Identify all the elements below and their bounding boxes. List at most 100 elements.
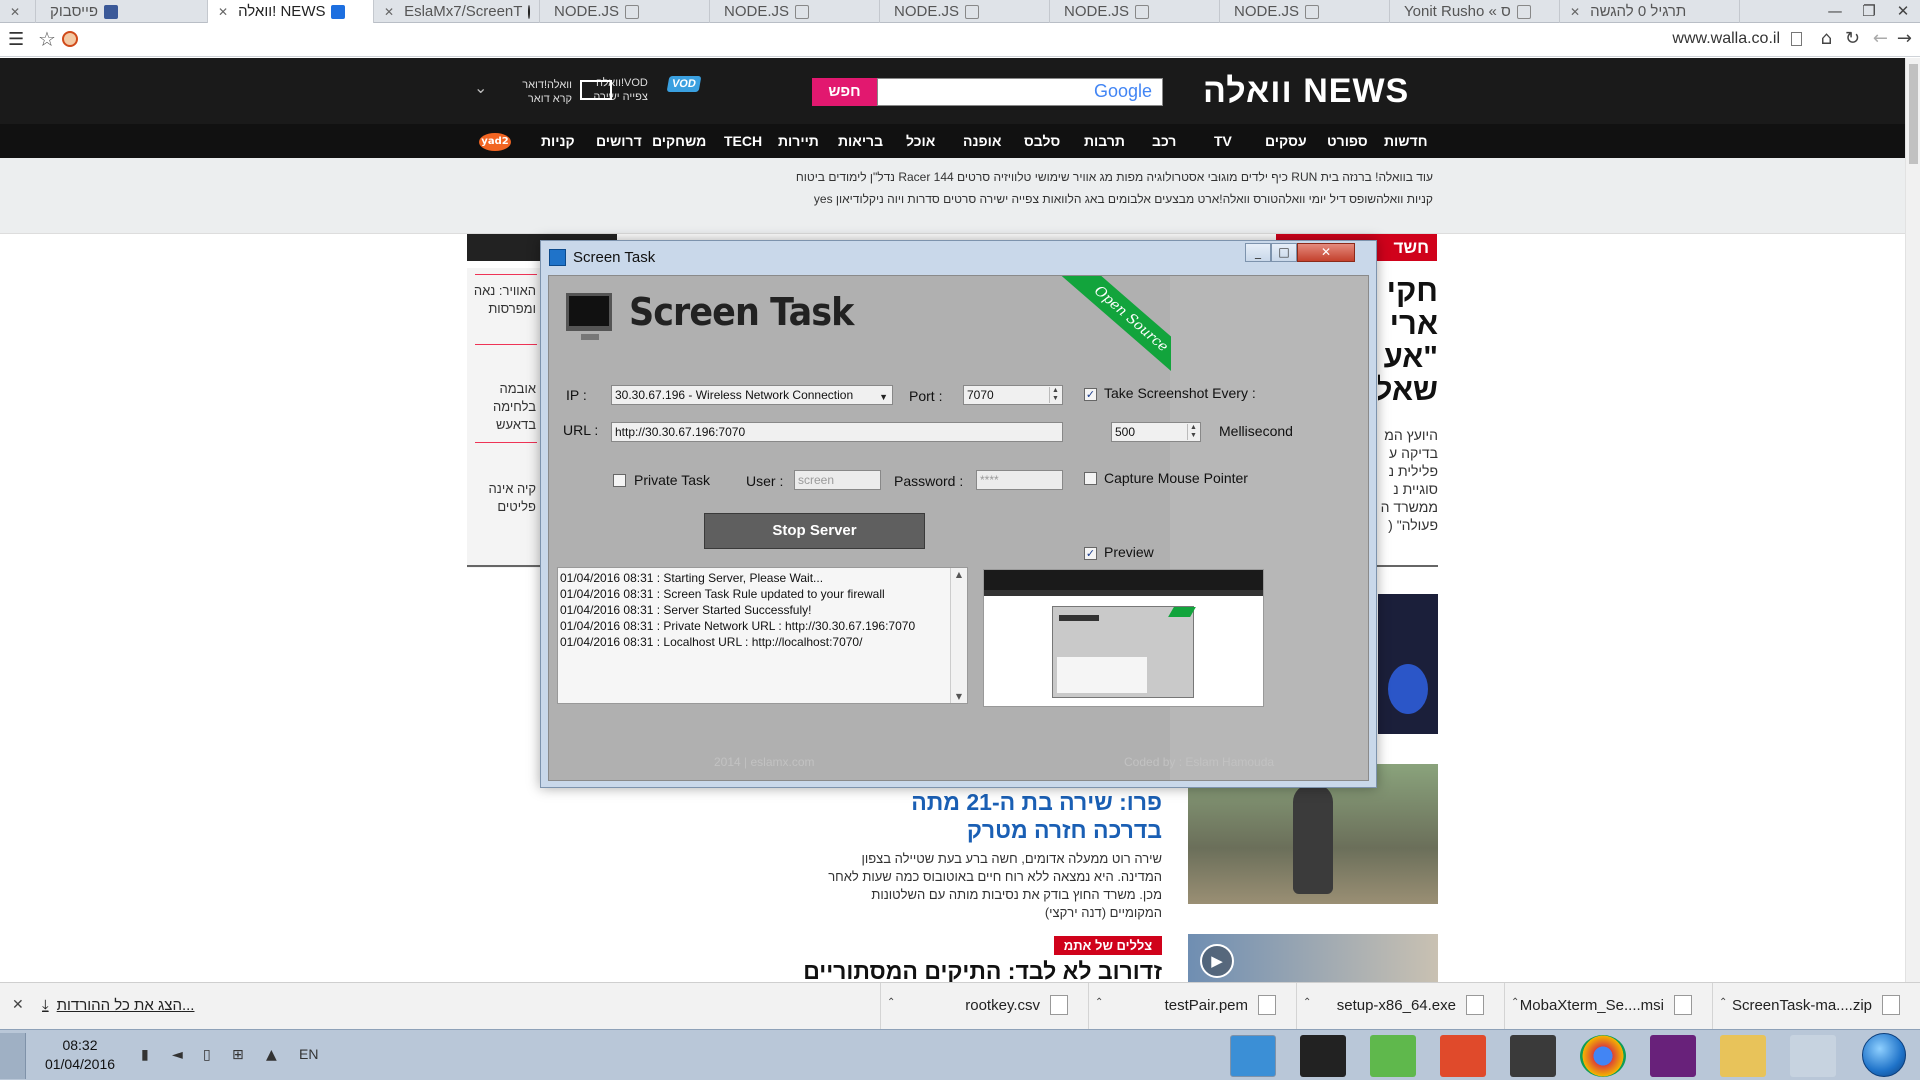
nav-item[interactable]: משחקים: [652, 124, 706, 158]
side-item[interactable]: אובמה בלחימה בדאעש: [467, 380, 540, 434]
mouse-pointer-checkbox[interactable]: [1084, 472, 1097, 485]
tab-walla[interactable]: ✕ וואלה! NEWS: [208, 0, 374, 23]
nav-item[interactable]: TECH: [724, 124, 762, 158]
download-item[interactable]: ⌃ setup-x86_64.exe: [1296, 983, 1504, 1030]
tab-github[interactable]: ✕ EslaMx7/ScreenT: [374, 0, 540, 23]
language-indicator[interactable]: EN: [299, 1046, 318, 1062]
tab-yonit[interactable]: Yonit Rusho « ס: [1390, 0, 1560, 23]
nav-item[interactable]: TV: [1214, 124, 1232, 158]
article-image[interactable]: ▶: [1188, 934, 1438, 982]
close-icon[interactable]: ✕: [1297, 243, 1355, 262]
log-output[interactable]: 01/04/2016 08:31 : Starting Server, Plea…: [557, 567, 968, 704]
nav-item[interactable]: חדשות: [1384, 124, 1428, 158]
menu-icon[interactable]: ☰: [8, 29, 24, 50]
download-item[interactable]: ⌃ rootkey.csv: [880, 983, 1088, 1030]
close-icon[interactable]: ✕: [1886, 0, 1920, 23]
play-icon[interactable]: ▶: [1200, 944, 1234, 978]
reload-icon[interactable]: ↻: [1845, 28, 1860, 49]
signal-icon[interactable]: ▮: [141, 1047, 149, 1063]
nav-item[interactable]: תרבות: [1084, 124, 1125, 158]
url-field[interactable]: www.walla.co.il: [1672, 30, 1780, 48]
side-item[interactable]: קיה אינה פליטים: [467, 480, 540, 516]
stop-server-button[interactable]: Stop Server: [704, 513, 925, 549]
search-input[interactable]: Google: [877, 78, 1163, 106]
show-all-downloads-link[interactable]: ⤓ הצג את כל ההורדות...: [42, 997, 194, 1014]
show-desktop-button[interactable]: [0, 1033, 26, 1079]
download-item[interactable]: ⌃ ScreenTask-ma....zip: [1712, 983, 1920, 1030]
download-item[interactable]: ⌃ testPair.pem: [1088, 983, 1296, 1030]
log-scrollbar[interactable]: ▲ ▼: [950, 568, 967, 703]
yad2-badge[interactable]: yad2: [479, 133, 511, 151]
snipping-tool-taskbar-icon[interactable]: [1790, 1035, 1836, 1077]
port-stepper[interactable]: 7070 ▲ ▼: [963, 385, 1063, 405]
search-button[interactable]: חפש: [812, 78, 877, 106]
extension-icon[interactable]: [62, 31, 78, 47]
volume-muted-icon[interactable]: ◄: [172, 1047, 183, 1063]
scrollbar-thumb[interactable]: [1909, 64, 1918, 164]
nav-item[interactable]: סלבס: [1024, 124, 1060, 158]
chevron-down-icon[interactable]: ⌃: [1719, 997, 1727, 1008]
screenshot-checkbox[interactable]: ✓: [1084, 388, 1097, 401]
home-icon[interactable]: ⌂: [1821, 28, 1832, 49]
tab-nodejs-2[interactable]: NODE.JS: [710, 0, 880, 23]
chrome-taskbar-icon[interactable]: [1580, 1035, 1626, 1077]
tab-empty[interactable]: ✕: [0, 0, 36, 23]
tab-nodejs-3[interactable]: NODE.JS: [880, 0, 1050, 23]
nav-item[interactable]: עסקים: [1265, 124, 1307, 158]
bookmark-star-icon[interactable]: ☆: [38, 27, 56, 51]
close-icon[interactable]: ✕: [10, 5, 20, 19]
window-titlebar[interactable]: Screen Task _ □ ✕: [541, 241, 1376, 269]
close-icon[interactable]: ✕: [384, 5, 394, 19]
tab-nodejs-5[interactable]: NODE.JS: [1220, 0, 1390, 23]
tab-facebook[interactable]: פייסבוק: [36, 0, 208, 23]
forward-icon[interactable]: →: [1897, 28, 1912, 49]
vod-link[interactable]: VOD וואלה!VOD צפייה ישירה: [593, 76, 702, 103]
ip-select[interactable]: 30.30.67.196 - Wireless Network Connecti…: [611, 385, 893, 405]
side-item[interactable]: האוויר: נאה ומפרסות: [467, 282, 540, 318]
chevron-down-icon[interactable]: ⌃: [887, 997, 895, 1008]
clock[interactable]: 08:32 01/04/2016: [40, 1036, 120, 1074]
chevron-down-icon[interactable]: ⌃: [1303, 997, 1311, 1008]
subnav-line[interactable]: עוד בוואלה! ברנזה בית RUN כיף ילדים מוגו…: [796, 170, 1433, 184]
nav-item[interactable]: אוכל: [906, 124, 935, 158]
battery-icon[interactable]: ▯: [203, 1047, 211, 1063]
nav-item[interactable]: ספורט: [1327, 124, 1368, 158]
spinner-icon[interactable]: ▲ ▼: [1049, 387, 1061, 403]
node-taskbar-icon[interactable]: [1370, 1035, 1416, 1077]
preview-checkbox[interactable]: ✓: [1084, 547, 1097, 560]
close-icon[interactable]: ✕: [218, 5, 228, 19]
screentask-taskbar-icon[interactable]: [1230, 1035, 1276, 1077]
main-headline[interactable]: חקי ארי "אע שאל: [1378, 274, 1438, 406]
start-button[interactable]: [1862, 1033, 1906, 1077]
article-headline[interactable]: פרו: שירה בת ה-21 מתה בדרכה חזרה מטרק: [840, 788, 1162, 844]
article-image[interactable]: [1378, 594, 1438, 734]
minimize-icon[interactable]: —: [1818, 0, 1852, 23]
subnav-line[interactable]: קניות וואלהשופס דיל יומי וואלהטורס וואלה…: [814, 192, 1433, 206]
spinner-icon[interactable]: ▲ ▼: [1187, 424, 1199, 440]
nav-item[interactable]: קניות: [541, 124, 575, 158]
download-item[interactable]: ⌃ MobaXterm_Se....msi: [1504, 983, 1712, 1030]
nav-item[interactable]: תיירות: [778, 124, 819, 158]
user-field[interactable]: screen: [794, 470, 881, 490]
nav-item[interactable]: אופנה: [963, 124, 1001, 158]
scroll-down-icon[interactable]: ▼: [951, 692, 967, 701]
chevron-down-icon[interactable]: ⌃: [1511, 997, 1519, 1008]
windows-flag-icon[interactable]: ⊞: [232, 1047, 244, 1063]
back-icon[interactable]: ←: [1873, 28, 1888, 49]
article-headline[interactable]: זדורוב לא לבד: התיקים המסתוריים: [800, 958, 1162, 982]
nav-item[interactable]: רכב: [1152, 124, 1176, 158]
minimize-icon[interactable]: _: [1245, 243, 1271, 262]
close-icon[interactable]: ✕: [12, 997, 24, 1013]
walla-logo[interactable]: וואלה NEWS: [1203, 72, 1409, 111]
tab-nodejs-1[interactable]: NODE.JS: [540, 0, 710, 23]
password-field[interactable]: ****: [976, 470, 1063, 490]
tray-expand-icon[interactable]: ▲: [266, 1047, 277, 1063]
terminal-taskbar-icon[interactable]: [1300, 1035, 1346, 1077]
url-field[interactable]: http://30.30.67.196:7070: [611, 422, 1063, 442]
private-task-checkbox[interactable]: [613, 474, 626, 487]
restore-icon[interactable]: ❐: [1852, 0, 1886, 23]
maximize-icon[interactable]: □: [1271, 243, 1297, 262]
visual-studio-taskbar-icon[interactable]: [1650, 1035, 1696, 1077]
apps-grid-taskbar-icon[interactable]: [1440, 1035, 1486, 1077]
page-info-icon[interactable]: [1791, 32, 1802, 46]
